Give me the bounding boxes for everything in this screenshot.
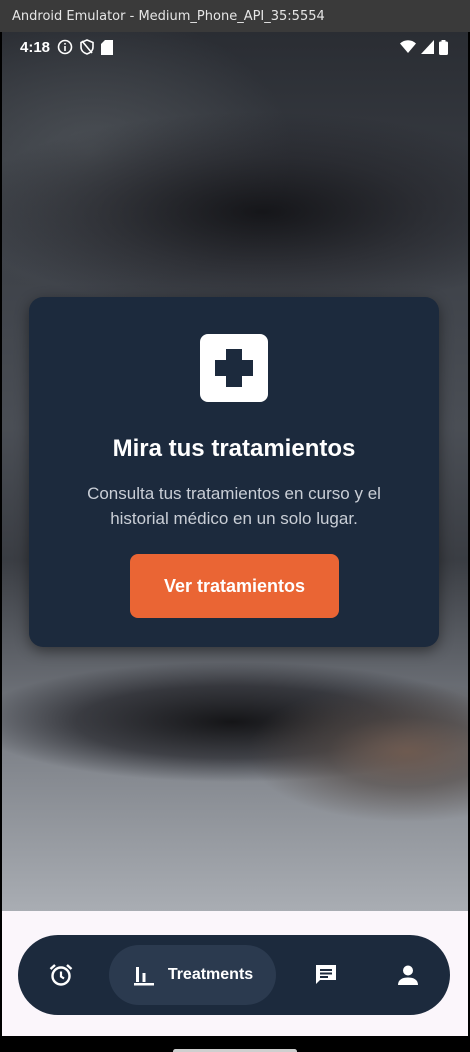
wifi-icon bbox=[400, 40, 416, 53]
chat-icon bbox=[316, 965, 336, 984]
view-treatments-button[interactable]: Ver tratamientos bbox=[130, 554, 339, 618]
signal-icon bbox=[421, 40, 434, 54]
bottom-navigation: Treatments bbox=[18, 935, 450, 1015]
card-title: Mira tus tratamientos bbox=[112, 435, 356, 462]
person-icon bbox=[398, 965, 418, 985]
sd-card-icon bbox=[101, 39, 114, 55]
emulator-title-bar: Android Emulator - Medium_Phone_API_35:5… bbox=[0, 0, 470, 32]
shield-icon bbox=[80, 39, 94, 55]
nav-item-messages[interactable] bbox=[304, 935, 348, 1015]
medical-cross-icon bbox=[200, 334, 268, 402]
battery-icon bbox=[439, 39, 448, 55]
card-description: Consulta tus tratamientos en curso y el … bbox=[87, 484, 381, 528]
nav-item-profile[interactable] bbox=[386, 935, 430, 1015]
nav-label-treatments: Treatments bbox=[167, 966, 254, 983]
status-bar: 4:18 bbox=[2, 32, 468, 62]
phone-screen: 4:18 Mira tus tratamientos Consulta tus … bbox=[2, 32, 468, 1052]
info-icon bbox=[57, 39, 73, 55]
treatments-card: Mira tus tratamientos Consulta tus trata… bbox=[29, 297, 439, 647]
status-time: 4:18 bbox=[20, 38, 51, 56]
gesture-bar-area bbox=[2, 1036, 468, 1052]
window-title: Android Emulator - Medium_Phone_API_35:5… bbox=[12, 8, 325, 24]
nav-item-alarms[interactable] bbox=[40, 935, 82, 1015]
nav-item-treatments[interactable]: Treatments bbox=[109, 945, 276, 1005]
alarm-icon bbox=[49, 964, 73, 986]
chart-bars-icon bbox=[133, 967, 154, 986]
